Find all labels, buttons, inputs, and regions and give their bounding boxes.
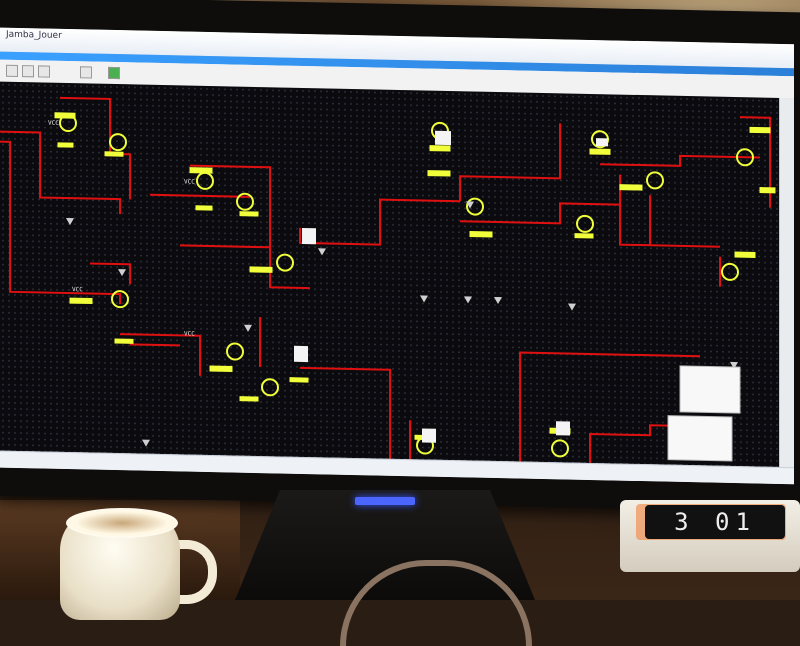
toolbar-cut-button[interactable] [80,66,92,79]
mug-rim [66,508,178,538]
toolbar-run-button[interactable] [108,66,120,80]
monitor-screen: Jamba_Jouer VCC VCC VCC VCC [0,27,794,485]
transistor-q15 [261,377,309,397]
transistor-q8 [574,214,594,239]
schematic-canvas[interactable]: VCC VCC VCC VCC [0,81,780,468]
ground-symbols [66,201,738,464]
transistor-q5 [249,253,294,273]
supply-label-2: VCC [184,178,195,185]
dialog-panel-1[interactable] [679,365,741,414]
dialog-panel-2[interactable] [667,415,733,462]
supply-label-3: VCC [72,286,83,293]
toolbar-save-button[interactable] [38,65,50,78]
transistor-q14 [209,342,259,402]
power-indicator-light [355,497,415,505]
window-title: Jamba_Jouer [6,29,62,41]
supply-label-1: VCC [48,120,59,127]
component-box-1[interactable] [302,227,316,245]
supply-label-4: VCC [184,330,195,337]
component-box-3[interactable] [294,345,308,363]
transistor-q3 [189,167,214,211]
transistor-q1 [54,112,77,148]
component-box-5[interactable] [556,421,570,436]
toolbar-new-button[interactable] [6,64,18,77]
monitor: Jamba_Jouer VCC VCC VCC VCC [0,0,800,513]
component-box-2[interactable] [435,130,451,146]
transistor-q2 [104,133,127,157]
schematic-drawing: VCC VCC VCC VCC [0,96,776,465]
component-box-4[interactable] [422,428,436,443]
transistor-q12 [721,251,756,281]
clock-display: 3 01 [645,505,785,539]
component-box-6[interactable] [596,138,608,147]
transistor-q13 [69,290,134,344]
transistor-q10 [619,171,664,191]
transistor-q6 [427,121,451,177]
vertical-scrollbar[interactable] [779,97,794,469]
toolbar-open-button[interactable] [22,65,34,78]
